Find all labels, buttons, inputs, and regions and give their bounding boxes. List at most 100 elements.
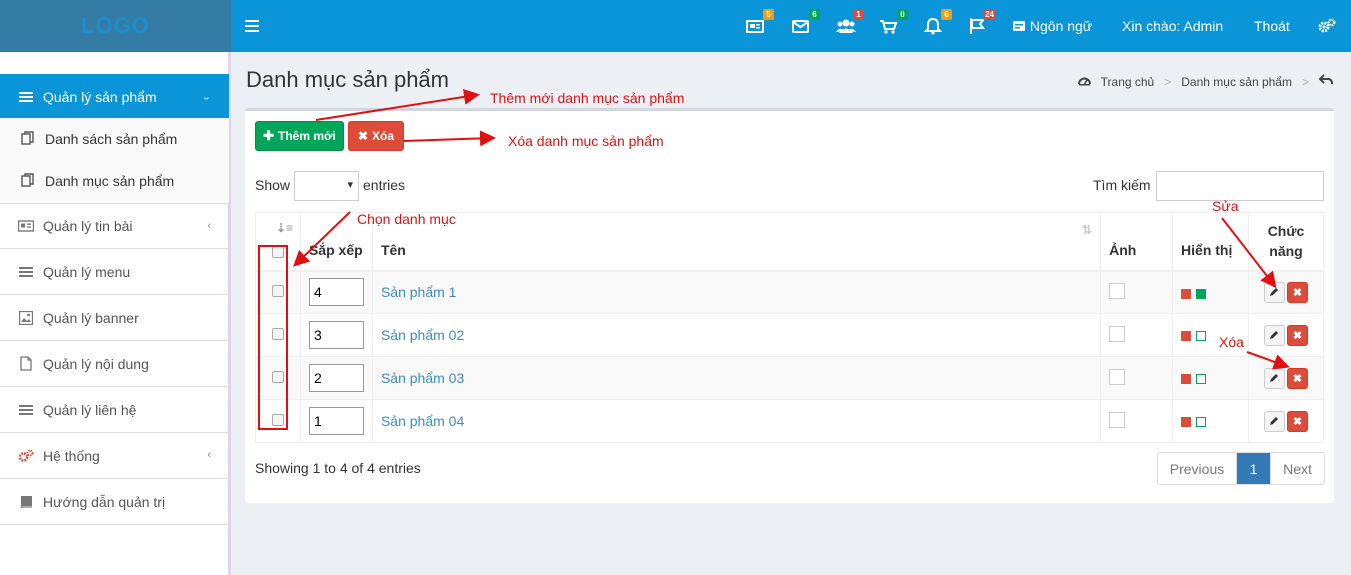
bell-icon[interactable]: 6 — [923, 9, 952, 38]
annotation-edit: Sửa — [1212, 198, 1239, 214]
add-button[interactable]: ✚ Thêm mới — [255, 121, 344, 151]
logout-link[interactable]: Thoát — [1254, 18, 1290, 34]
sort-icon[interactable]: ⇣≡ — [276, 221, 293, 235]
table-row: Sản phẩm 04 ✖ — [255, 399, 1325, 443]
sidebar-item-menu[interactable]: Quản lý menu — [0, 249, 229, 295]
sidebar-item-label: Quản lý tin bài — [43, 218, 133, 234]
sidebar-item-label: Quản lý banner — [43, 309, 139, 326]
copy-icon — [21, 130, 37, 148]
row-delete-button[interactable]: ✖ — [1286, 367, 1308, 389]
image-thumbnail — [1109, 282, 1126, 299]
chevron-left-icon: ‹ — [207, 220, 211, 232]
edit-button[interactable] — [1263, 367, 1285, 389]
search-input[interactable] — [1156, 171, 1324, 201]
copy-icon — [21, 172, 37, 190]
sidebar-subitem-product-list[interactable]: Danh sách sản phẩm — [0, 118, 229, 160]
badge-notifications: 6 — [941, 9, 952, 20]
category-table: ⇣≡ Sắp xếp Tên ⇅ Ảnh Hiển thị Chức năng … — [255, 212, 1325, 443]
sidebar-item-news[interactable]: Quản lý tin bài ‹ — [0, 203, 229, 249]
order-input[interactable] — [308, 364, 364, 392]
page-length-select[interactable] — [294, 171, 359, 201]
status-red-icon[interactable] — [1181, 374, 1192, 385]
entries-label: entries — [363, 177, 406, 193]
greeting[interactable]: Xin chào: Admin — [1122, 18, 1223, 34]
function-header-line2: năng — [1269, 243, 1303, 260]
book-icon — [17, 495, 35, 509]
sidebar-toggle-icon[interactable] — [245, 17, 259, 35]
cart-icon[interactable]: 0 — [880, 9, 908, 38]
show-label: Show — [255, 177, 291, 193]
image-icon — [17, 310, 35, 325]
breadcrumb-home[interactable]: Trang chủ — [1101, 75, 1155, 89]
sidebar-item-system[interactable]: Hệ thống ‹ — [0, 433, 229, 479]
annotation-row-delete: Xóa — [1219, 334, 1244, 350]
users-icon[interactable]: 1 — [836, 9, 864, 38]
chevron-down-icon: ⌄ — [201, 91, 211, 103]
order-input[interactable] — [308, 321, 364, 349]
pencil-icon — [1270, 288, 1279, 297]
status-red-icon[interactable] — [1181, 288, 1192, 299]
logo[interactable]: LOGO — [0, 0, 231, 52]
edit-button[interactable] — [1263, 281, 1285, 303]
product-name-link[interactable]: Sản phẩm 1 — [381, 284, 457, 300]
dashboard-icon — [1077, 75, 1091, 89]
sidebar-item-label: Quản lý sản phẩm — [43, 89, 157, 105]
status-green-outline-icon[interactable] — [1196, 374, 1207, 385]
newspaper-icon — [17, 219, 35, 233]
sidebar-subitem-product-category[interactable]: Danh mục sản phẩm — [0, 160, 229, 202]
status-green-outline-icon[interactable] — [1196, 417, 1207, 428]
status-green-icon[interactable] — [1196, 288, 1207, 299]
search-label: Tìm kiếm — [1093, 177, 1151, 193]
product-name-link[interactable]: Sản phẩm 03 — [381, 370, 464, 386]
pencil-icon — [1270, 374, 1279, 382]
add-button-label: Thêm mới — [278, 129, 336, 143]
newspaper-icon[interactable]: 5 — [746, 9, 774, 38]
bars-icon — [17, 403, 35, 417]
pagination: Previous 1 Next — [1157, 452, 1325, 485]
delete-button[interactable]: ✖ Xóa — [348, 121, 404, 151]
status-green-outline-icon[interactable] — [1196, 331, 1207, 342]
row-delete-button[interactable]: ✖ — [1286, 281, 1308, 303]
annotation-add: Thêm mới danh mục sản phẩm — [490, 90, 685, 106]
edit-button[interactable] — [1263, 324, 1285, 346]
annotation-select: Chọn danh mục — [357, 211, 456, 227]
image-thumbnail — [1109, 411, 1126, 428]
order-input[interactable] — [308, 407, 364, 435]
flag-icon[interactable]: 24 — [968, 9, 996, 38]
order-input[interactable] — [308, 278, 364, 307]
display-header: Hiển thị — [1172, 212, 1249, 272]
sidebar-subitem-label: Danh sách sản phẩm — [45, 131, 178, 147]
sidebar-item-label: Hướng dẫn quản trị — [43, 493, 166, 510]
table-info: Showing 1 to 4 of 4 entries — [255, 460, 421, 476]
sidebar-item-banner[interactable]: Quản lý banner — [0, 295, 229, 341]
product-name-link[interactable]: Sản phẩm 02 — [381, 327, 464, 343]
badge-mail: 6 — [809, 9, 820, 20]
next-button[interactable]: Next — [1270, 453, 1324, 484]
image-thumbnail — [1109, 325, 1126, 342]
edit-button[interactable] — [1263, 410, 1285, 432]
sort-both-icon: ⇅ — [1082, 223, 1093, 237]
sidebar-item-guide[interactable]: Hướng dẫn quản trị — [0, 479, 229, 525]
envelope-icon[interactable]: 6 — [792, 9, 820, 38]
badge-cart: 0 — [897, 9, 908, 20]
row-delete-button[interactable]: ✖ — [1286, 410, 1308, 432]
breadcrumb-current: Danh mục sản phẩm — [1181, 74, 1292, 89]
page-title: Danh mục sản phẩm — [246, 67, 449, 92]
language-label: Ngôn ngữ — [1029, 18, 1093, 34]
table-row: Sản phẩm 1 ✖ — [255, 270, 1325, 314]
name-header[interactable]: Tên ⇅ — [371, 212, 1102, 272]
previous-button[interactable]: Previous — [1158, 453, 1237, 484]
status-red-icon[interactable] — [1181, 331, 1192, 342]
sidebar-item-content[interactable]: Quản lý nội dung — [0, 341, 229, 387]
sidebar-item-products[interactable]: Quản lý sản phẩm ⌄ — [0, 74, 229, 120]
product-name-link[interactable]: Sản phẩm 04 — [381, 413, 464, 429]
badge-flags: 24 — [983, 9, 996, 20]
badge-news: 5 — [763, 9, 774, 20]
status-red-icon[interactable] — [1181, 417, 1192, 428]
page-button[interactable]: 1 — [1237, 453, 1270, 484]
gears-icon[interactable] — [1318, 18, 1338, 40]
back-icon[interactable] — [1318, 74, 1333, 89]
sidebar-item-contact[interactable]: Quản lý liên hệ — [0, 387, 229, 433]
row-delete-button[interactable]: ✖ — [1286, 324, 1308, 346]
language-menu[interactable]: Ngôn ngữ — [1012, 18, 1092, 34]
